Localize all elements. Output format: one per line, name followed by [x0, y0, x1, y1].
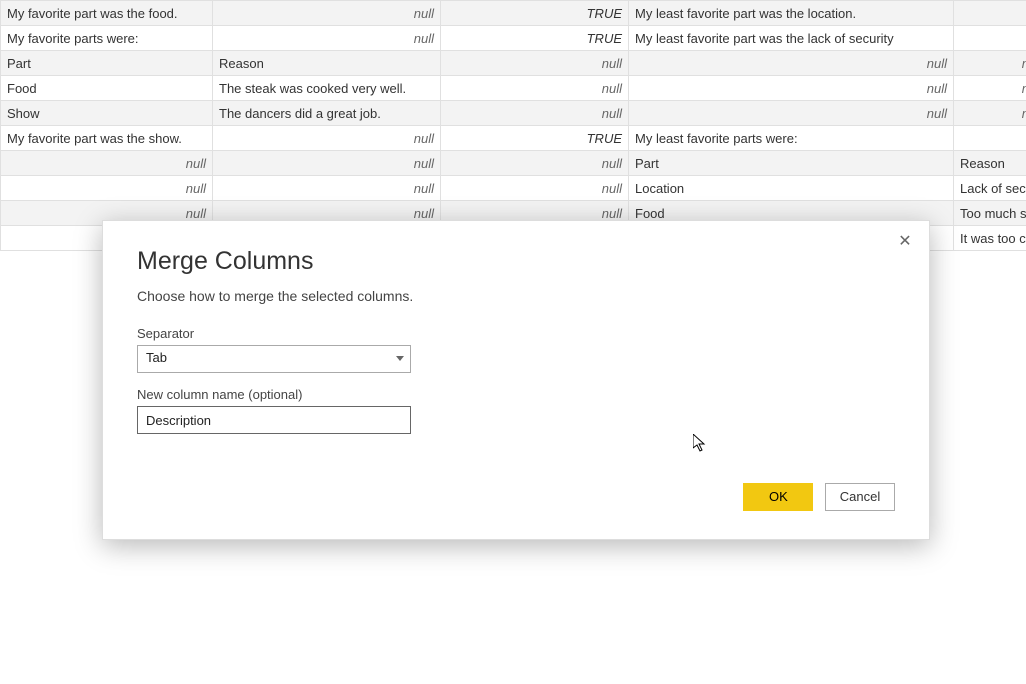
- table-cell[interactable]: The steak was cooked very well.: [213, 76, 441, 101]
- table-row[interactable]: ShowThe dancers did a great job.nullnull…: [1, 101, 1026, 126]
- table-row[interactable]: FoodThe steak was cooked very well.nulln…: [1, 76, 1026, 101]
- table-row[interactable]: nullnullnullLocationLack of security: [1, 176, 1026, 201]
- table-row[interactable]: My favorite part was the show.nullTRUEMy…: [1, 126, 1026, 151]
- table-cell[interactable]: null: [1, 176, 213, 201]
- table-cell[interactable]: My favorite part was the food.: [1, 1, 213, 26]
- column-name-label: New column name (optional): [137, 387, 895, 402]
- table-cell[interactable]: null: [629, 51, 954, 76]
- table-cell[interactable]: Show: [1, 101, 213, 126]
- table-cell[interactable]: null: [213, 26, 441, 51]
- table-cell[interactable]: null: [441, 51, 629, 76]
- table-cell[interactable]: Part: [629, 151, 954, 176]
- table-row[interactable]: PartReasonnullnullnull: [1, 51, 1026, 76]
- dialog-subtitle: Choose how to merge the selected columns…: [137, 288, 895, 304]
- table-cell[interactable]: My least favorite part was the lack of s…: [629, 26, 954, 51]
- table-cell[interactable]: Reason: [954, 151, 1026, 176]
- merge-columns-dialog: ✕ Merge Columns Choose how to merge the …: [102, 220, 930, 540]
- table-cell[interactable]: null: [954, 101, 1026, 126]
- table-row[interactable]: nullnullnullPartReason: [1, 151, 1026, 176]
- table-cell[interactable]: [954, 1, 1026, 26]
- table-cell[interactable]: Food: [1, 76, 213, 101]
- ok-button[interactable]: OK: [743, 483, 813, 511]
- separator-label: Separator: [137, 326, 895, 341]
- table-cell[interactable]: null: [213, 151, 441, 176]
- table-cell[interactable]: [954, 26, 1026, 51]
- separator-value: Tab: [138, 346, 410, 369]
- column-name-input[interactable]: [137, 406, 411, 434]
- table-cell[interactable]: Location: [629, 176, 954, 201]
- table-cell[interactable]: null: [629, 76, 954, 101]
- close-icon[interactable]: ✕: [895, 231, 915, 251]
- table-cell[interactable]: Lack of security: [954, 176, 1026, 201]
- table-cell[interactable]: null: [954, 51, 1026, 76]
- separator-select[interactable]: Tab: [137, 345, 411, 373]
- table-cell[interactable]: My favorite part was the show.: [1, 126, 213, 151]
- table-cell[interactable]: TRUE: [441, 1, 629, 26]
- table-cell[interactable]: null: [213, 126, 441, 151]
- table-cell[interactable]: My least favorite part was the location.: [629, 1, 954, 26]
- table-cell[interactable]: null: [441, 76, 629, 101]
- table-cell[interactable]: TRUE: [441, 26, 629, 51]
- dialog-title: Merge Columns: [137, 247, 895, 276]
- table-cell[interactable]: Reason: [213, 51, 441, 76]
- table-cell[interactable]: TRUE: [441, 126, 629, 151]
- chevron-down-icon: [396, 356, 404, 361]
- table-cell[interactable]: null: [213, 176, 441, 201]
- table-cell[interactable]: null: [1, 151, 213, 176]
- table-cell[interactable]: Too much salt: [954, 201, 1026, 226]
- table-cell[interactable]: null: [213, 1, 441, 26]
- table-cell[interactable]: Part: [1, 51, 213, 76]
- table-row[interactable]: My favorite parts were:nullTRUEMy least …: [1, 26, 1026, 51]
- table-cell[interactable]: It was too cold: [954, 226, 1026, 251]
- table-row[interactable]: My favorite part was the food.nullTRUEMy…: [1, 1, 1026, 26]
- table-cell[interactable]: null: [441, 151, 629, 176]
- table-cell[interactable]: null: [954, 76, 1026, 101]
- table-cell[interactable]: null: [441, 101, 629, 126]
- table-cell[interactable]: The dancers did a great job.: [213, 101, 441, 126]
- table-cell[interactable]: My favorite parts were:: [1, 26, 213, 51]
- table-cell[interactable]: null: [441, 176, 629, 201]
- cancel-button[interactable]: Cancel: [825, 483, 895, 511]
- table-cell[interactable]: My least favorite parts were:: [629, 126, 954, 151]
- table-cell[interactable]: null: [629, 101, 954, 126]
- table-cell[interactable]: [954, 126, 1026, 151]
- data-grid[interactable]: My favorite part was the food.nullTRUEMy…: [0, 0, 1026, 251]
